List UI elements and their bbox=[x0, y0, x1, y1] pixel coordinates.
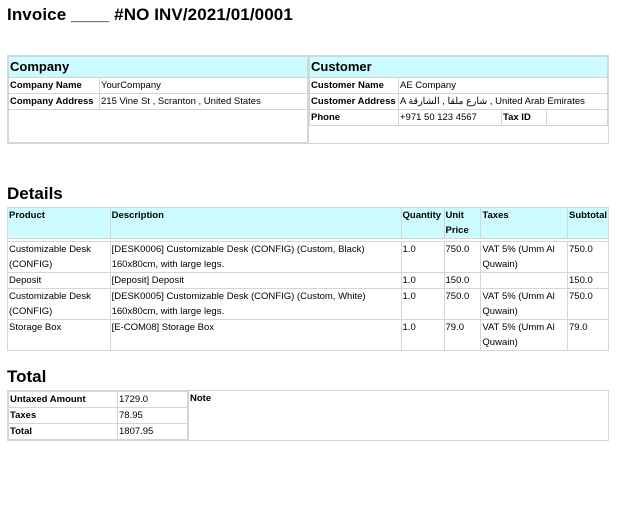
customer-address: A شارع ملقا , الشارقة , United Arab Emir… bbox=[398, 93, 608, 110]
customer-heading: Customer bbox=[309, 56, 608, 78]
column-header: Subtotal bbox=[567, 207, 609, 239]
quantity-cell: 1.0 bbox=[400, 319, 445, 351]
column-header: Unit Price bbox=[443, 207, 482, 239]
product-cell: Storage Box bbox=[7, 319, 111, 351]
tax-id-value bbox=[546, 109, 608, 126]
total-label: Total bbox=[8, 423, 118, 440]
column-header: Quantity bbox=[400, 207, 445, 239]
company-address: 215 Vine St , Scranton , United States bbox=[99, 93, 308, 110]
unit-price-cell: 79.0 bbox=[443, 319, 482, 351]
description-cell: [DESK0006] Customizable Desk (CONFIG) (C… bbox=[109, 241, 402, 273]
customer-name: AE Company bbox=[398, 77, 608, 94]
unit-price-cell: 750.0 bbox=[443, 241, 482, 273]
invoice-title: Invoice ____ #NO INV/2021/01/0001 bbox=[7, 5, 293, 24]
total-value: 1807.95 bbox=[117, 423, 188, 440]
subtotal-cell: 150.0 bbox=[567, 272, 609, 289]
description-cell: [Deposit] Deposit bbox=[109, 272, 402, 289]
note-label: Note bbox=[188, 390, 609, 441]
phone-label: Phone bbox=[309, 109, 399, 126]
product-cell: Deposit bbox=[7, 272, 111, 289]
taxes-cell bbox=[480, 272, 568, 289]
subtotal-cell: 750.0 bbox=[567, 288, 609, 320]
taxes-cell: VAT 5% (Umm Al Quwain) bbox=[480, 288, 568, 320]
company-name-label: Company Name bbox=[8, 77, 100, 94]
party-info-table: Company Company Name YourCompany Company… bbox=[7, 55, 609, 144]
company-address-label: Company Address bbox=[8, 93, 100, 110]
total-heading: Total bbox=[7, 367, 47, 386]
table-row: Customizable Desk (CONFIG) [DESK0005] Cu… bbox=[7, 288, 609, 320]
taxes-label: Taxes bbox=[8, 407, 118, 424]
details-heading: Details bbox=[7, 184, 63, 203]
taxes-cell: VAT 5% (Umm Al Quwain) bbox=[480, 241, 568, 273]
quantity-cell: 1.0 bbox=[400, 241, 445, 273]
unit-price-cell: 150.0 bbox=[443, 272, 482, 289]
column-header: Product bbox=[7, 207, 111, 239]
product-cell: Customizable Desk (CONFIG) bbox=[7, 241, 111, 273]
company-name: YourCompany bbox=[99, 77, 308, 94]
unit-price-cell: 750.0 bbox=[443, 288, 482, 320]
customer-address-label: Customer Address bbox=[309, 93, 399, 110]
phone-value: +971 50 123 4567 bbox=[398, 109, 502, 126]
product-cell: Customizable Desk (CONFIG) bbox=[7, 288, 111, 320]
details-table: Product Description Quantity Unit Price … bbox=[7, 207, 609, 351]
description-cell: [E-COM08] Storage Box bbox=[109, 319, 402, 351]
table-row: Storage Box [E-COM08] Storage Box 1.0 79… bbox=[7, 319, 609, 351]
taxes-value: 78.95 bbox=[117, 407, 188, 424]
customer-name-label: Customer Name bbox=[309, 77, 399, 94]
description-cell: [DESK0005] Customizable Desk (CONFIG) (C… bbox=[109, 288, 402, 320]
company-heading: Company bbox=[8, 56, 308, 78]
company-section: Company Company Name YourCompany Company… bbox=[7, 55, 309, 144]
quantity-cell: 1.0 bbox=[400, 288, 445, 320]
table-row: Deposit [Deposit] Deposit 1.0 150.0 150.… bbox=[7, 272, 609, 289]
column-header: Taxes bbox=[480, 207, 568, 239]
invoice-page: Invoice ____ #NO INV/2021/01/0001 Compan… bbox=[0, 0, 617, 529]
totals-table: Untaxed Amount 1729.0 Taxes 78.95 Total … bbox=[7, 390, 609, 441]
quantity-cell: 1.0 bbox=[400, 272, 445, 289]
taxes-cell: VAT 5% (Umm Al Quwain) bbox=[480, 319, 568, 351]
untaxed-amount-value: 1729.0 bbox=[117, 391, 188, 408]
column-header: Description bbox=[109, 207, 402, 239]
table-row: Customizable Desk (CONFIG) [DESK0006] Cu… bbox=[7, 241, 609, 273]
tax-id-label: Tax ID bbox=[501, 109, 547, 126]
untaxed-amount-label: Untaxed Amount bbox=[8, 391, 118, 408]
customer-section: Customer Customer Name AE Company Custom… bbox=[308, 55, 609, 144]
subtotal-cell: 750.0 bbox=[567, 241, 609, 273]
subtotal-cell: 79.0 bbox=[567, 319, 609, 351]
